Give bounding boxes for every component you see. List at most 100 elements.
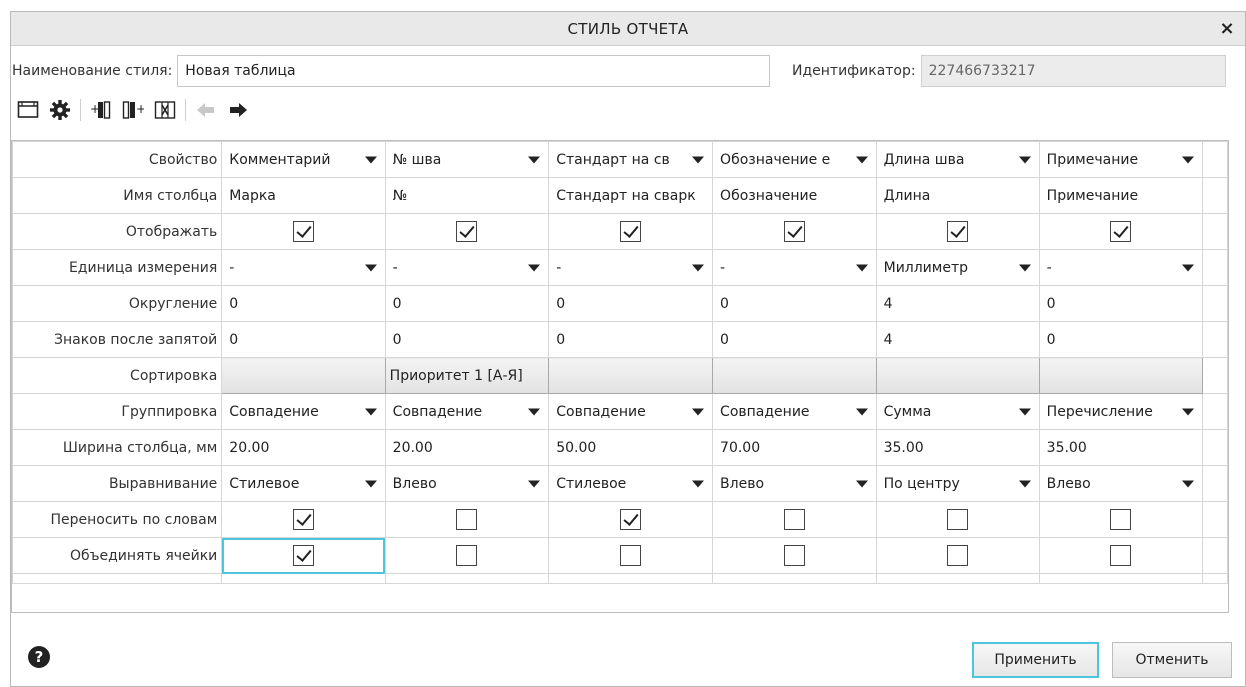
sorting-cell[interactable]	[875, 357, 1040, 394]
rounding-cell[interactable]: 0	[1038, 285, 1204, 322]
unit-cell[interactable]: -	[384, 249, 550, 286]
merge-checkbox[interactable]	[947, 545, 969, 566]
merge-cell[interactable]	[384, 537, 550, 574]
display-checkbox[interactable]	[1110, 221, 1132, 242]
insert-column-before-icon[interactable]: +	[87, 96, 115, 124]
wrap-checkbox[interactable]	[456, 509, 478, 530]
wrap-cell[interactable]	[548, 501, 714, 538]
chevron-down-icon[interactable]	[855, 264, 868, 271]
merge-checkbox[interactable]	[783, 545, 805, 566]
display-checkbox[interactable]	[947, 221, 969, 242]
alignment-cell[interactable]: Стилевое	[548, 465, 714, 502]
width-cell[interactable]: 35.00	[1038, 429, 1204, 466]
wrap-cell[interactable]	[1038, 501, 1204, 538]
alignment-cell[interactable]: По центру	[875, 465, 1040, 502]
width-cell[interactable]: 20.00	[384, 429, 550, 466]
close-icon[interactable]: ×	[1215, 16, 1239, 40]
display-checkbox[interactable]	[620, 221, 642, 242]
chevron-down-icon[interactable]	[1182, 408, 1195, 415]
chevron-down-icon[interactable]	[1018, 408, 1031, 415]
name-cell[interactable]: Стандарт на сварк	[548, 177, 714, 214]
sorting-cell[interactable]	[221, 357, 386, 394]
decimals-cell[interactable]: 0	[548, 321, 714, 358]
decimals-cell[interactable]: 0	[1038, 321, 1204, 358]
merge-checkbox[interactable]	[292, 545, 314, 566]
display-cell[interactable]	[875, 213, 1040, 250]
chevron-down-icon[interactable]	[855, 156, 868, 163]
table-icon[interactable]	[14, 96, 42, 124]
chevron-down-icon[interactable]	[1018, 264, 1031, 271]
merge-cell[interactable]	[548, 537, 714, 574]
chevron-down-icon[interactable]	[1182, 480, 1195, 487]
grouping-cell[interactable]: Перечисление	[1038, 393, 1204, 430]
name-cell[interactable]: Обозначение	[712, 177, 877, 214]
delete-column-icon[interactable]	[151, 96, 179, 124]
name-cell[interactable]: Длина	[875, 177, 1040, 214]
property-cell[interactable]: Примечание	[1038, 141, 1204, 178]
property-cell[interactable]: Обозначение е	[712, 141, 877, 178]
width-cell[interactable]: 50.00	[548, 429, 714, 466]
gear-icon[interactable]	[46, 96, 74, 124]
chevron-down-icon[interactable]	[692, 156, 705, 163]
chevron-down-icon[interactable]	[855, 408, 868, 415]
name-cell[interactable]: Примечание	[1038, 177, 1204, 214]
alignment-cell[interactable]: Стилевое	[221, 465, 386, 502]
apply-button[interactable]: Применить	[972, 642, 1099, 678]
unit-cell[interactable]: -	[221, 249, 386, 286]
wrap-cell[interactable]	[712, 501, 877, 538]
sorting-cell[interactable]	[712, 357, 877, 394]
chevron-down-icon[interactable]	[1182, 264, 1195, 271]
chevron-down-icon[interactable]	[1018, 480, 1031, 487]
move-right-arrow-icon[interactable]	[224, 96, 252, 124]
style-name-input[interactable]	[177, 55, 771, 87]
insert-column-after-icon[interactable]: +	[119, 96, 147, 124]
chevron-down-icon[interactable]	[528, 480, 541, 487]
chevron-down-icon[interactable]	[528, 408, 541, 415]
wrap-checkbox[interactable]	[1110, 509, 1132, 530]
grouping-cell[interactable]: Сумма	[875, 393, 1040, 430]
merge-cell[interactable]	[221, 537, 386, 574]
chevron-down-icon[interactable]	[364, 156, 377, 163]
chevron-down-icon[interactable]	[692, 480, 705, 487]
rounding-cell[interactable]: 0	[712, 285, 877, 322]
unit-cell[interactable]: Миллиметр	[875, 249, 1040, 286]
merge-cell[interactable]	[875, 537, 1040, 574]
chevron-down-icon[interactable]	[855, 480, 868, 487]
property-cell[interactable]: Длина шва	[875, 141, 1040, 178]
property-cell[interactable]: № шва	[384, 141, 550, 178]
rounding-cell[interactable]: 0	[221, 285, 386, 322]
wrap-cell[interactable]	[221, 501, 386, 538]
help-icon[interactable]: ?	[28, 646, 50, 668]
unit-cell[interactable]: -	[1038, 249, 1204, 286]
alignment-cell[interactable]: Влево	[1038, 465, 1204, 502]
wrap-checkbox[interactable]	[292, 509, 314, 530]
wrap-checkbox[interactable]	[783, 509, 805, 530]
chevron-down-icon[interactable]	[1018, 156, 1031, 163]
unit-cell[interactable]: -	[548, 249, 714, 286]
alignment-cell[interactable]: Влево	[712, 465, 877, 502]
chevron-down-icon[interactable]	[692, 408, 705, 415]
chevron-down-icon[interactable]	[364, 480, 377, 487]
rounding-cell[interactable]: 0	[384, 285, 550, 322]
width-cell[interactable]: 70.00	[712, 429, 877, 466]
grouping-cell[interactable]: Совпадение	[221, 393, 386, 430]
alignment-cell[interactable]: Влево	[384, 465, 550, 502]
display-cell[interactable]	[384, 213, 550, 250]
rounding-cell[interactable]: 4	[875, 285, 1040, 322]
wrap-cell[interactable]	[384, 501, 550, 538]
chevron-down-icon[interactable]	[364, 264, 377, 271]
sorting-cell[interactable]	[548, 357, 714, 394]
width-cell[interactable]: 35.00	[875, 429, 1040, 466]
merge-cell[interactable]	[1038, 537, 1204, 574]
property-cell[interactable]: Стандарт на св	[548, 141, 714, 178]
merge-checkbox[interactable]	[1110, 545, 1132, 566]
display-cell[interactable]	[548, 213, 714, 250]
decimals-cell[interactable]: 4	[875, 321, 1040, 358]
chevron-down-icon[interactable]	[528, 264, 541, 271]
display-checkbox[interactable]	[783, 221, 805, 242]
display-cell[interactable]	[221, 213, 386, 250]
display-cell[interactable]	[712, 213, 877, 250]
grouping-cell[interactable]: Совпадение	[548, 393, 714, 430]
wrap-cell[interactable]	[875, 501, 1040, 538]
wrap-checkbox[interactable]	[947, 509, 969, 530]
